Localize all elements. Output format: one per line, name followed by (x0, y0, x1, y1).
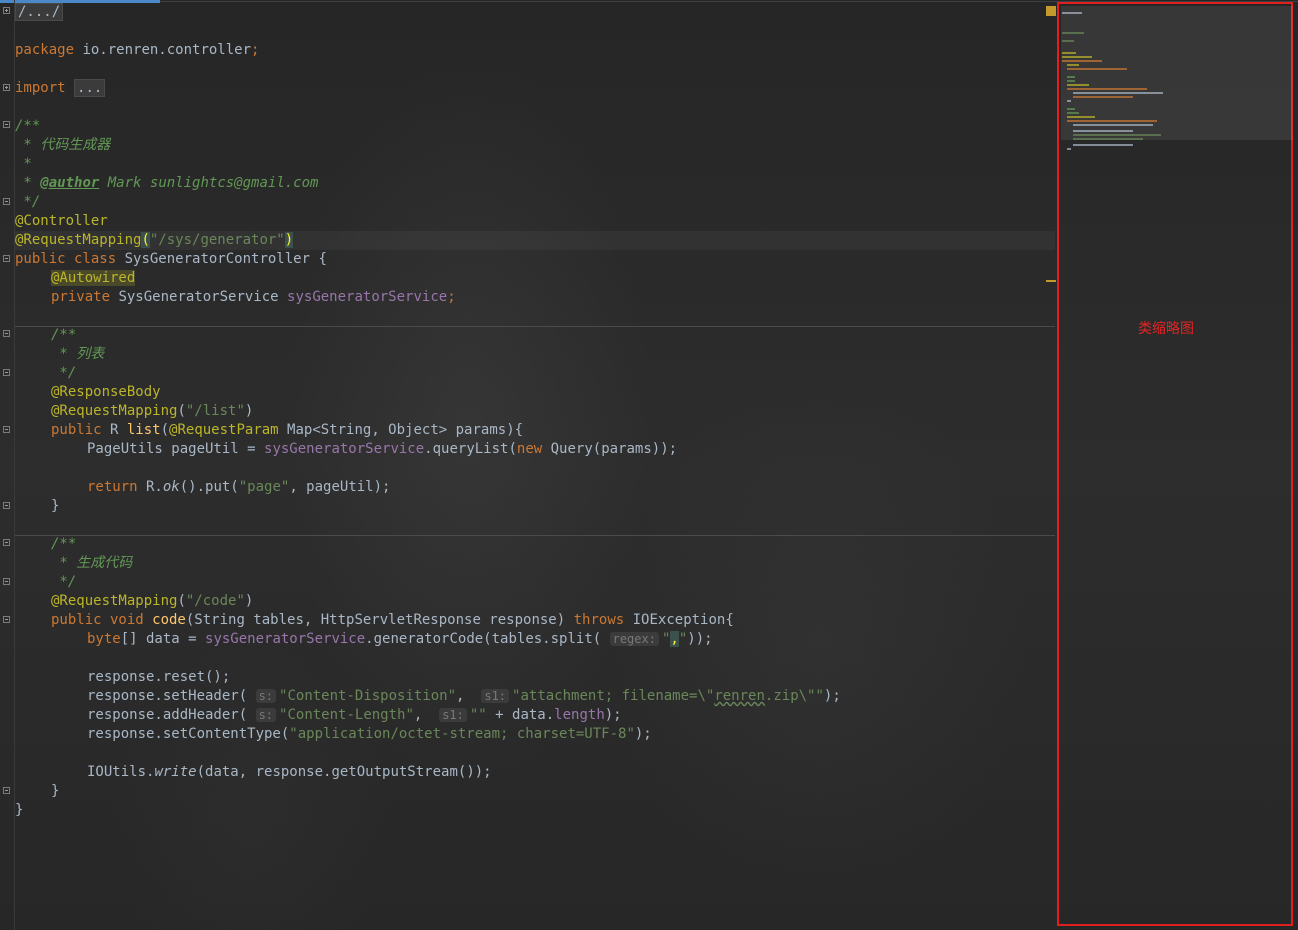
minimap-code-line (1073, 144, 1133, 146)
collapsed-imports[interactable]: ... (74, 79, 106, 97)
code-line: * (15, 156, 32, 172)
minimap-code-line (1062, 12, 1082, 14)
code-line: @Controller (15, 213, 108, 229)
fold-collapse-icon[interactable] (3, 369, 10, 376)
code-line: public void code(String tables, HttpServ… (51, 612, 734, 628)
code-editor[interactable]: /.../ package io.renren.controller; impo… (15, 0, 1055, 930)
minimap-label: 类缩略图 (1138, 321, 1194, 337)
minimap-code-line (1073, 138, 1143, 140)
code-line: response.setHeader( s: "Content-Dispositi… (87, 688, 841, 704)
code-line: /** (51, 536, 77, 552)
fold-collapse-icon[interactable] (3, 121, 10, 128)
editor-gutter (0, 0, 15, 930)
minimap-code-line (1073, 92, 1163, 94)
minimap-code-line (1067, 120, 1157, 122)
code-line: public class SysGeneratorController { (15, 251, 327, 267)
code-line: PageUtils pageUtil = sysGeneratorService… (87, 441, 678, 457)
code-line: @RequestMapping("/code") (51, 593, 254, 609)
code-line: @RequestMapping("/sys/generator") (15, 232, 294, 248)
param-hint: s: (255, 689, 277, 703)
minimap-code-line (1067, 68, 1127, 70)
minimap-code-line (1067, 116, 1095, 118)
code-line: response.setContentType("application/oct… (87, 726, 652, 742)
code-line: IOUtils.write(data, response.getOutputSt… (87, 764, 492, 780)
code-line: /** (51, 327, 77, 343)
code-line: } (15, 802, 24, 818)
minimap-code-line (1062, 56, 1092, 58)
code-line: */ (51, 365, 77, 381)
code-line: } (51, 498, 60, 514)
param-hint: regex: (609, 632, 659, 646)
code-line: /** (15, 118, 41, 134)
fold-collapse-icon[interactable] (3, 616, 10, 623)
minimap-code-line (1073, 124, 1153, 126)
minimap-code-line (1067, 100, 1071, 102)
fold-collapse-icon[interactable] (3, 330, 10, 337)
code-line: response.reset(); (87, 669, 231, 685)
minimap-code-line (1073, 130, 1133, 132)
minimap-code-line (1073, 134, 1161, 136)
code-line: /.../ (15, 3, 64, 22)
code-line: @ResponseBody (51, 384, 161, 400)
fold-collapse-icon[interactable] (3, 502, 10, 509)
minimap-code-line (1067, 112, 1079, 114)
code-line: @Autowired (51, 270, 136, 286)
minimap-code-line (1073, 96, 1133, 98)
code-line: * 列表 (51, 346, 105, 362)
fold-expand-icon[interactable] (3, 7, 10, 14)
code-line: return R.ok().put("page", pageUtil); (87, 479, 391, 495)
minimap-code-line (1067, 108, 1075, 110)
code-line: public R list(@RequestParam Map<String, … (51, 422, 524, 438)
minimap-code-line (1062, 40, 1074, 42)
param-hint: s1: (481, 689, 510, 703)
fold-collapse-icon[interactable] (3, 198, 10, 205)
minimap-code-line (1067, 64, 1079, 66)
param-hint: s1: (439, 708, 467, 722)
minimap-code-line (1067, 148, 1071, 150)
fold-collapse-icon[interactable] (3, 578, 10, 585)
minimap-code-line (1067, 76, 1075, 78)
code-line: } (51, 783, 60, 799)
fold-expand-icon[interactable] (3, 84, 10, 91)
code-line: package io.renren.controller; (15, 42, 260, 58)
code-line: @RequestMapping("/list") (51, 403, 254, 419)
minimap-code-line (1062, 32, 1084, 34)
fold-collapse-icon[interactable] (3, 426, 10, 433)
code-line: */ (15, 194, 41, 210)
code-line: response.addHeader( s: "Content-Length", … (87, 707, 622, 723)
code-line: byte[] data = sysGeneratorService.genera… (87, 631, 713, 647)
param-hint: s: (255, 708, 277, 722)
code-line: */ (51, 574, 77, 590)
minimap-code-line (1062, 60, 1102, 62)
collapsed-header[interactable]: /.../ (15, 3, 64, 21)
minimap-code-line (1067, 88, 1147, 90)
fold-collapse-icon[interactable] (3, 539, 10, 546)
minimap-code-line (1067, 84, 1089, 86)
code-line: * 生成代码 (51, 555, 133, 571)
code-line: import ... (15, 79, 106, 98)
inspection-status-icon[interactable] (1046, 6, 1056, 16)
minimap-code-line (1067, 80, 1075, 82)
code-line: * 代码生成器 (15, 137, 111, 153)
code-line: * @author Mark sunlightcs@gmail.com (15, 175, 319, 191)
scrollbar-marker[interactable] (1046, 280, 1056, 282)
minimap-code-line (1062, 52, 1076, 54)
code-minimap[interactable] (1057, 2, 1293, 926)
fold-collapse-icon[interactable] (3, 787, 10, 794)
code-line: private SysGeneratorService sysGenerator… (51, 289, 456, 305)
fold-collapse-icon[interactable] (3, 255, 10, 262)
